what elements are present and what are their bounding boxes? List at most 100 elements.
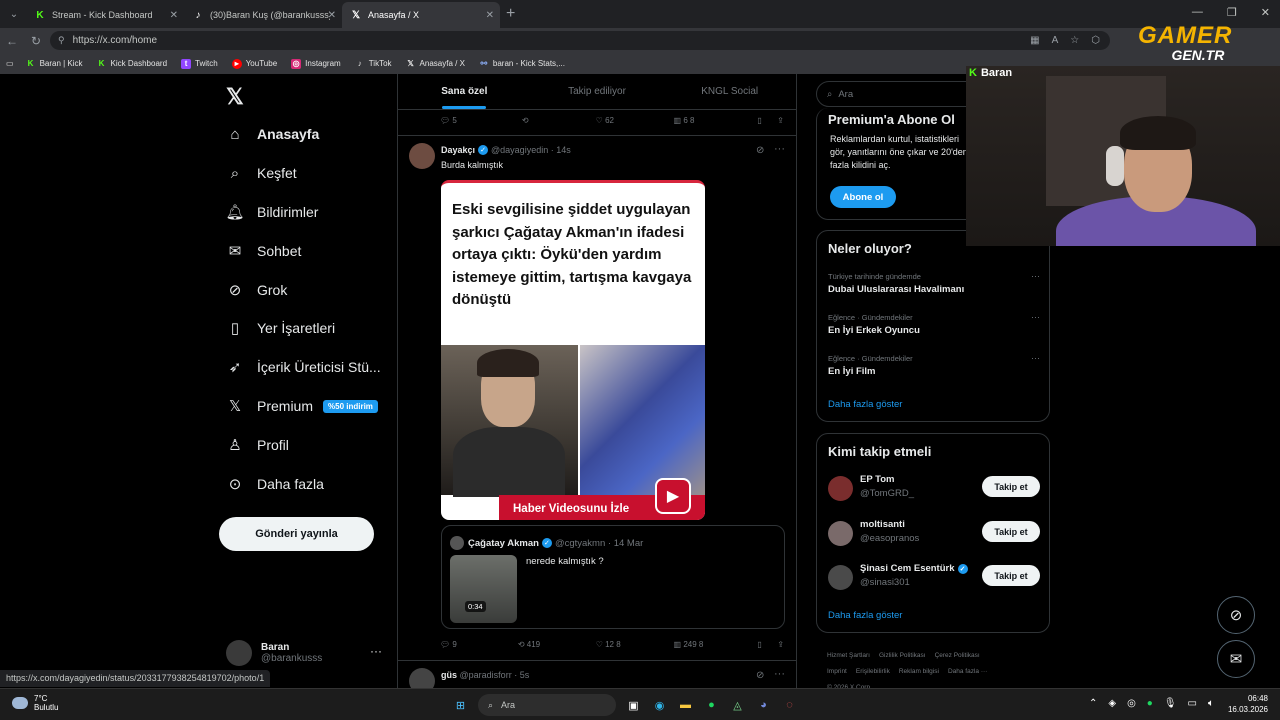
site-info-icon[interactable]: ⚲: [58, 35, 65, 46]
task-view-icon[interactable]: ▣: [625, 697, 642, 714]
translate-icon[interactable]: A: [1052, 35, 1059, 46]
account-switcher[interactable]: Baran @barankusss ···: [226, 640, 382, 666]
follow-suggestion[interactable]: Şinasi Cem Esentürk ✓ @sinasi301 Takip et: [828, 563, 1040, 595]
subscribe-button[interactable]: Abone ol: [830, 186, 896, 208]
like-button[interactable]: ♡ 12 8: [596, 640, 674, 649]
file-explorer-icon[interactable]: ▬: [677, 697, 694, 714]
tray-app-icon[interactable]: ◎: [1127, 698, 1136, 709]
bookmark-icon[interactable]: ▯: [757, 116, 777, 125]
weather-widget[interactable]: 7°C Bulutlu: [12, 694, 58, 712]
messages-float-button[interactable]: ✉: [1217, 640, 1255, 678]
apps-icon[interactable]: ▦: [1030, 35, 1039, 46]
app-icon[interactable]: ◌: [781, 697, 798, 714]
tab-for-you[interactable]: Sana özel: [398, 74, 531, 109]
nav-creator-studio[interactable]: ➶ İçerik Üreticisi Stü...: [226, 358, 381, 376]
grok-icon[interactable]: ⊘: [756, 670, 764, 681]
more-dots-icon[interactable]: ···: [1031, 353, 1040, 363]
bookmark-icon[interactable]: ▯: [757, 640, 777, 649]
grok-icon[interactable]: ⊘: [756, 145, 764, 156]
share-icon[interactable]: ⇪: [777, 116, 784, 125]
taskbar-search[interactable]: ⌕ Ara: [478, 694, 616, 716]
quote-video-thumbnail[interactable]: 0:34: [450, 555, 517, 623]
trends-show-more-link[interactable]: Daha fazla göster: [828, 399, 902, 410]
follow-button[interactable]: Takip et: [982, 476, 1040, 497]
x-logo-icon[interactable]: 𝕏: [226, 84, 244, 110]
more-dots-icon[interactable]: ···: [1031, 271, 1040, 281]
close-tab-icon[interactable]: ✕: [328, 10, 336, 21]
extensions-icon[interactable]: ⬡: [1091, 35, 1100, 46]
volume-icon[interactable]: 🔈︎: [1208, 698, 1214, 709]
grok-float-button[interactable]: ⊘: [1217, 596, 1255, 634]
bookmark-item[interactable]: K Kick Dashboard: [97, 59, 167, 69]
tab-search-button[interactable]: ⌄: [2, 3, 26, 25]
trend-item[interactable]: Eğlence · Gündemdekiler En İyi Film ···: [828, 353, 1040, 377]
nav-more[interactable]: ⊙ Daha fazla: [226, 475, 324, 493]
tweet-media-image[interactable]: Eski sevgilisine şiddet uygulayan şarkıc…: [441, 180, 705, 520]
reply-button[interactable]: 💬︎ 5: [440, 116, 522, 125]
nav-notifications[interactable]: 🔔︎ Bildirimler: [225, 203, 318, 221]
follow-suggestion[interactable]: moltisanti @easopranos Takip et: [828, 519, 1040, 551]
microphone-icon[interactable]: 🎙︎: [1164, 698, 1177, 709]
more-dots-icon[interactable]: ···: [774, 143, 785, 155]
nav-grok[interactable]: ⊘ Grok: [226, 281, 288, 299]
windows-start-icon[interactable]: ⊞: [452, 697, 469, 714]
tray-status-icon[interactable]: ●: [1147, 698, 1153, 709]
nav-bookmarks[interactable]: ▯ Yer İşaretleri: [226, 319, 335, 337]
nav-premium[interactable]: 𝕏 Premium %50 indirim: [226, 397, 378, 415]
minimize-icon[interactable]: —: [1192, 6, 1203, 19]
bookmark-menu-icon[interactable]: ▭: [6, 59, 14, 68]
address-bar[interactable]: ⚲ https://x.com/home: [50, 31, 1110, 50]
avatar[interactable]: [409, 143, 435, 169]
tab-following[interactable]: Takip ediliyor: [531, 74, 664, 109]
close-window-icon[interactable]: ✕: [1261, 6, 1270, 19]
app-icon[interactable]: ◬: [729, 697, 746, 714]
favorite-star-icon[interactable]: ☆: [1070, 35, 1079, 46]
trend-item[interactable]: Eğlence · Gündemdekiler En İyi Erkek Oyu…: [828, 312, 1040, 336]
more-dots-icon[interactable]: ···: [774, 668, 785, 680]
nav-profile[interactable]: ♙ Profil: [226, 436, 289, 454]
share-icon[interactable]: ⇪: [777, 640, 784, 649]
discord-icon[interactable]: ◕: [755, 697, 772, 714]
bookmark-item[interactable]: t Twitch: [181, 58, 218, 69]
bookmark-item[interactable]: ◎ Instagram: [291, 58, 341, 69]
tab-tiktok[interactable]: ♪ (30)Baran Kuş (@barankusss) | TikTok ✕: [184, 2, 342, 28]
views-button[interactable]: ▥ 249 8: [674, 640, 758, 649]
bookmark-item[interactable]: ⚯ baran - Kick Stats,...: [479, 59, 565, 69]
reload-icon[interactable]: ↻: [24, 34, 48, 48]
nav-chat[interactable]: ✉ Sohbet: [226, 242, 302, 260]
post-button[interactable]: Gönderi yayınla: [219, 517, 374, 551]
tab-x-home[interactable]: 𝕏 Anasayfa / X ✕: [342, 2, 500, 28]
edge-icon[interactable]: ◉: [651, 697, 668, 714]
trend-item[interactable]: Türkiye tarihinde gündemde Dubai Uluslar…: [828, 271, 1040, 295]
chevron-up-icon[interactable]: ⌃: [1089, 698, 1097, 709]
nav-home[interactable]: ⌂ Anasayfa: [226, 125, 319, 143]
nav-explore[interactable]: ⌕ Keşfet: [226, 164, 297, 182]
close-tab-icon[interactable]: ✕: [486, 10, 494, 21]
new-tab-button[interactable]: +: [506, 5, 515, 23]
retweet-button[interactable]: ⟲ 419: [518, 640, 596, 649]
like-button[interactable]: ♡ 62: [596, 116, 674, 125]
more-dots-icon[interactable]: ···: [1031, 312, 1040, 322]
bookmark-item[interactable]: ▸ YouTube: [231, 58, 277, 69]
who-to-follow-show-more-link[interactable]: Daha fazla göster: [828, 610, 902, 621]
follow-button[interactable]: Takip et: [982, 521, 1040, 542]
network-icon[interactable]: ▭: [1188, 698, 1197, 709]
follow-suggestion[interactable]: EP Tom @TomGRD_ Takip et: [828, 474, 1040, 506]
taskbar-clock[interactable]: 06:48 16.03.2026: [1228, 693, 1268, 715]
tab-kngl-social[interactable]: KNGL Social: [663, 74, 796, 109]
follow-button[interactable]: Takip et: [982, 565, 1040, 586]
spotify-icon[interactable]: ●: [703, 697, 720, 714]
reply-button[interactable]: 💬︎ 9: [440, 640, 518, 649]
back-icon[interactable]: ←: [0, 34, 24, 48]
tab-kick-dashboard[interactable]: K Stream - Kick Dashboard ✕: [26, 2, 184, 28]
bookmark-item[interactable]: 𝕏 Anasayfa / X: [406, 59, 465, 69]
tray-app-icon[interactable]: ◈: [1108, 698, 1116, 709]
more-dots-icon[interactable]: ···: [370, 644, 382, 658]
close-tab-icon[interactable]: ✕: [170, 10, 178, 21]
views-button[interactable]: ▥ 6 8: [674, 116, 758, 125]
retweet-button[interactable]: ⟲: [522, 116, 596, 125]
maximize-icon[interactable]: ❐: [1227, 6, 1237, 19]
bookmark-item[interactable]: ♪ TikTok: [355, 59, 392, 69]
bookmark-item[interactable]: K Baran | Kick: [26, 59, 83, 69]
play-icon[interactable]: ▶: [655, 478, 691, 514]
